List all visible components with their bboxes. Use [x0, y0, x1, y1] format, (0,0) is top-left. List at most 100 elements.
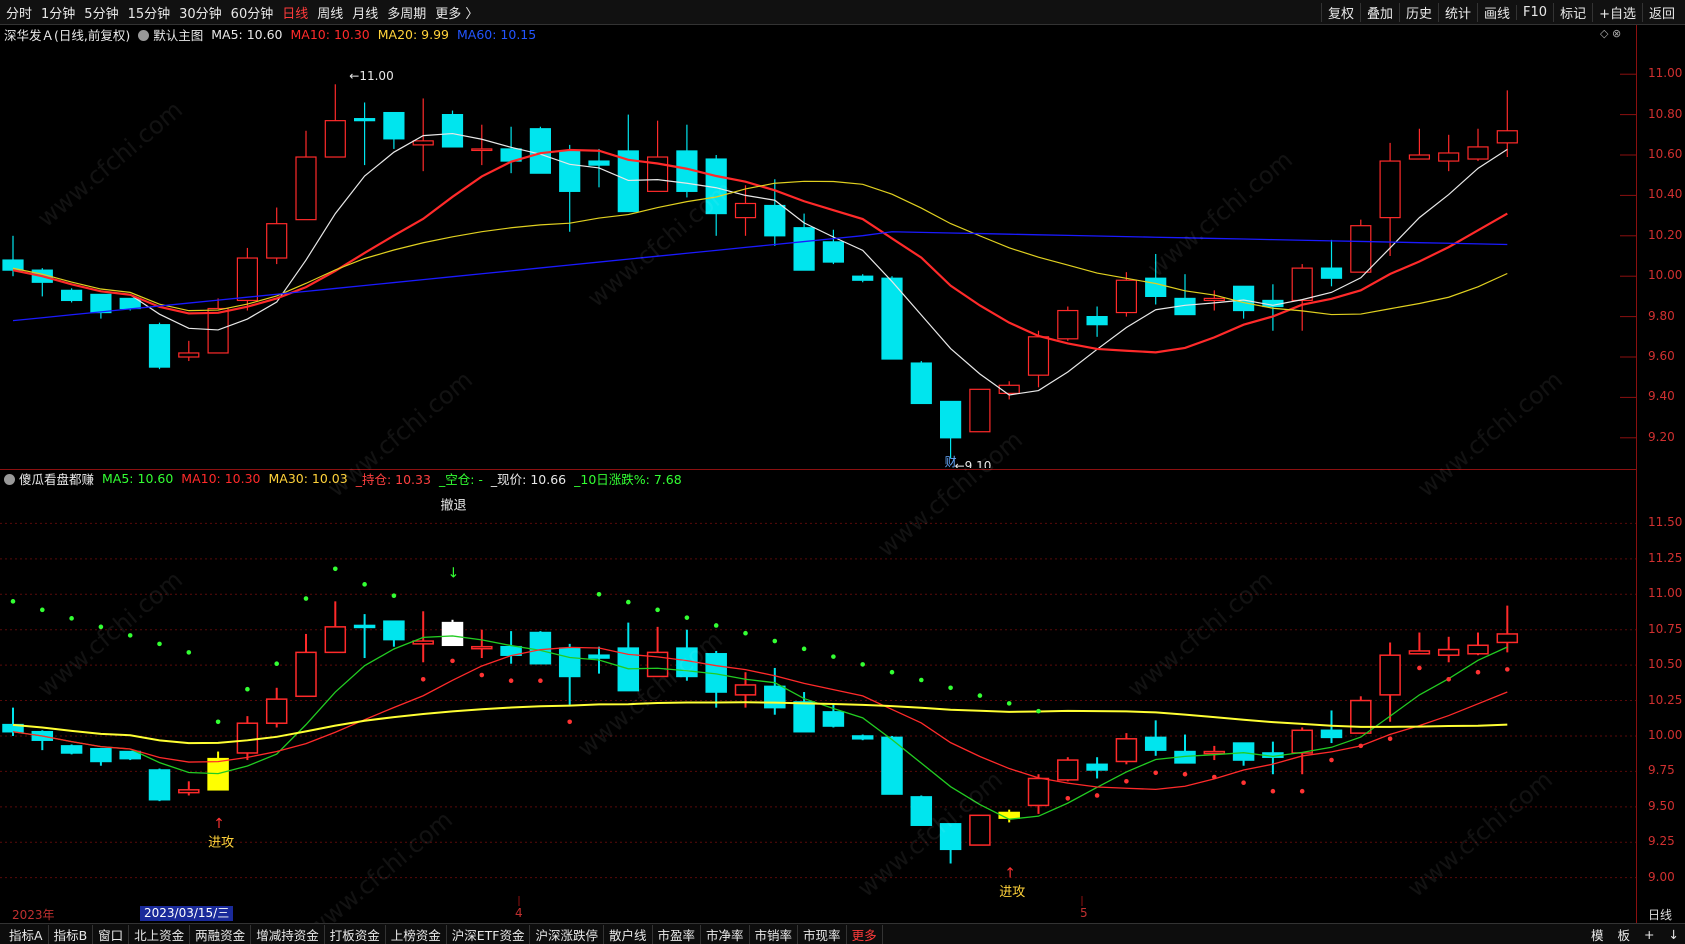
candle-body	[1350, 225, 1372, 273]
ma10-line	[12, 148, 1508, 354]
bottom-tab-7[interactable]: 上榜资金	[386, 924, 447, 944]
sub-candle-body	[383, 620, 405, 641]
sub-ma5-label: MA5: 10.60	[102, 470, 174, 486]
tool-button-0[interactable]: 复权	[1320, 2, 1360, 22]
bottom-control-2[interactable]: +	[1644, 927, 1654, 942]
tool-button-8[interactable]: 返回	[1641, 2, 1681, 22]
tool-button-1[interactable]: 叠加	[1359, 2, 1399, 22]
bottom-tab-2[interactable]: 窗口	[93, 924, 130, 944]
bottom-tab-12[interactable]: 市净率	[701, 924, 750, 944]
period-tab-0[interactable]: 分时	[6, 3, 32, 22]
main-y-tick: 10.20	[1648, 227, 1683, 242]
bottom-control-3[interactable]: ↓	[1669, 927, 1679, 942]
candle-body	[1291, 267, 1313, 302]
candle-body	[266, 223, 288, 259]
x-axis-period-label[interactable]: 日线	[1648, 906, 1672, 923]
up-arrow-icon: ↑	[1004, 866, 1016, 882]
period-tab-9[interactable]: 多周期	[387, 3, 426, 22]
bottom-tab-13[interactable]: 市销率	[750, 924, 799, 944]
candle-body	[793, 227, 815, 271]
bottom-tab-5[interactable]: 增减持资金	[251, 924, 325, 944]
sar-dot	[1182, 771, 1188, 777]
sar-dot	[889, 669, 895, 675]
ma20-label: MA20: 9.99	[377, 26, 449, 42]
bottom-tab-4[interactable]: 两融资金	[190, 924, 252, 944]
period-tab-2[interactable]: 5分钟	[84, 3, 118, 22]
candle-body	[588, 160, 610, 166]
main-candlestick-chart[interactable]: ←11.00 ←9.10财	[0, 44, 1636, 468]
down-arrow-icon: ↓	[448, 565, 460, 581]
symbol-title[interactable]: 深华发Ａ(日线,前复权)	[4, 25, 130, 44]
sub-candle-body	[90, 747, 112, 763]
tool-button-2[interactable]: 历史	[1398, 2, 1438, 22]
candle-body	[969, 388, 991, 433]
period-tab-8[interactable]: 月线	[352, 3, 378, 22]
indicator-selector[interactable]: 傻瓜看盘都赚	[4, 469, 94, 488]
period-tab-1[interactable]: 1分钟	[41, 3, 75, 22]
period-tab-5[interactable]: 60分钟	[231, 3, 274, 22]
bottom-tab-8[interactable]: 沪深ETF资金	[447, 924, 531, 944]
sar-dot	[127, 633, 133, 638]
sar-dot	[977, 693, 983, 698]
sub-candle-body	[588, 654, 610, 659]
ma10-label: MA10: 10.30	[290, 26, 370, 42]
sub-candle-body	[441, 621, 464, 647]
sub-candle-body	[1467, 644, 1489, 655]
sub-candle-body	[529, 631, 552, 665]
low-price-marker: ←9.10	[955, 459, 992, 468]
candle-body	[354, 118, 376, 122]
sar-dot	[420, 676, 426, 682]
period-tab-10[interactable]: 更多 〉	[435, 3, 478, 22]
sar-dot	[596, 591, 602, 597]
bottom-tab-11[interactable]: 市盈率	[653, 924, 702, 944]
main-y-tick: 9.80	[1648, 308, 1675, 323]
period-tab-7[interactable]: 周线	[317, 3, 343, 22]
sub-candle-body	[412, 640, 434, 645]
bottom-tab-0[interactable]: 指标A	[4, 924, 49, 944]
period-tab-4[interactable]: 30分钟	[179, 3, 222, 22]
x-month-4-label: 4	[515, 906, 523, 920]
tool-button-4[interactable]: 画线	[1477, 2, 1516, 22]
candle-body	[1438, 152, 1460, 162]
indicator-chart[interactable]: 撤退 ↓ ↑ 进攻 ↑ 进攻	[0, 488, 1636, 906]
bottom-tab-10[interactable]: 散户线	[604, 924, 653, 944]
template-selector[interactable]: 默认主图	[138, 25, 203, 44]
sub-ma30-label: MA30: 10.03	[268, 470, 348, 486]
bottom-tab-9[interactable]: 沪深涨跌停	[530, 924, 604, 944]
bottom-tab-14[interactable]: 市现率	[798, 924, 847, 944]
candle-body	[822, 241, 845, 263]
candle-body	[1027, 336, 1050, 376]
y-axis-separator	[1636, 25, 1637, 923]
sub-candle-body	[236, 722, 259, 754]
sub-candle-body	[1350, 699, 1372, 734]
candle-body	[939, 400, 962, 439]
bottom-tab-15[interactable]: 更多	[847, 924, 883, 944]
sub-candle-body	[1232, 742, 1255, 761]
panel-control-icons[interactable]: ◇ ⊗	[1600, 27, 1621, 40]
tool-button-5[interactable]: F10	[1516, 4, 1553, 20]
bottom-tab-6[interactable]: 打板资金	[325, 924, 386, 944]
tool-button-6[interactable]: 标记	[1553, 2, 1592, 22]
sar-dot	[186, 650, 192, 655]
sub-candle-body	[822, 711, 845, 727]
main-y-tick: 9.40	[1648, 389, 1675, 404]
sar-dot	[10, 599, 16, 604]
period-tab-6[interactable]: 日线	[282, 3, 308, 22]
sub-candle-body	[1057, 759, 1079, 781]
bottom-tab-3[interactable]: 北上资金	[129, 924, 191, 944]
period-tab-3[interactable]: 15分钟	[128, 3, 171, 22]
bottom-control-0[interactable]: 模	[1591, 925, 1604, 944]
candle-body	[1232, 285, 1255, 312]
sub-candle-body	[148, 769, 171, 801]
sub-candle-body	[1027, 777, 1050, 807]
tool-button-3[interactable]: 统计	[1438, 2, 1477, 22]
candle-body	[441, 113, 464, 148]
period-tabs: 分时 1分钟 5分钟 15分钟 30分钟 60分钟 日线 周线 月线 多周期 更多 〉	[6, 0, 478, 24]
bottom-tab-1[interactable]: 指标B	[49, 924, 94, 944]
candle-body	[90, 293, 112, 314]
bottom-control-1[interactable]: 板	[1618, 925, 1631, 944]
sar-dot	[450, 658, 455, 664]
sub-info-line: 傻瓜看盘都赚 MA5: 10.60 MA10: 10.30 MA30: 10.0…	[4, 469, 682, 487]
sar-dot	[1270, 788, 1276, 794]
tool-button-7[interactable]: +自选	[1592, 2, 1642, 22]
